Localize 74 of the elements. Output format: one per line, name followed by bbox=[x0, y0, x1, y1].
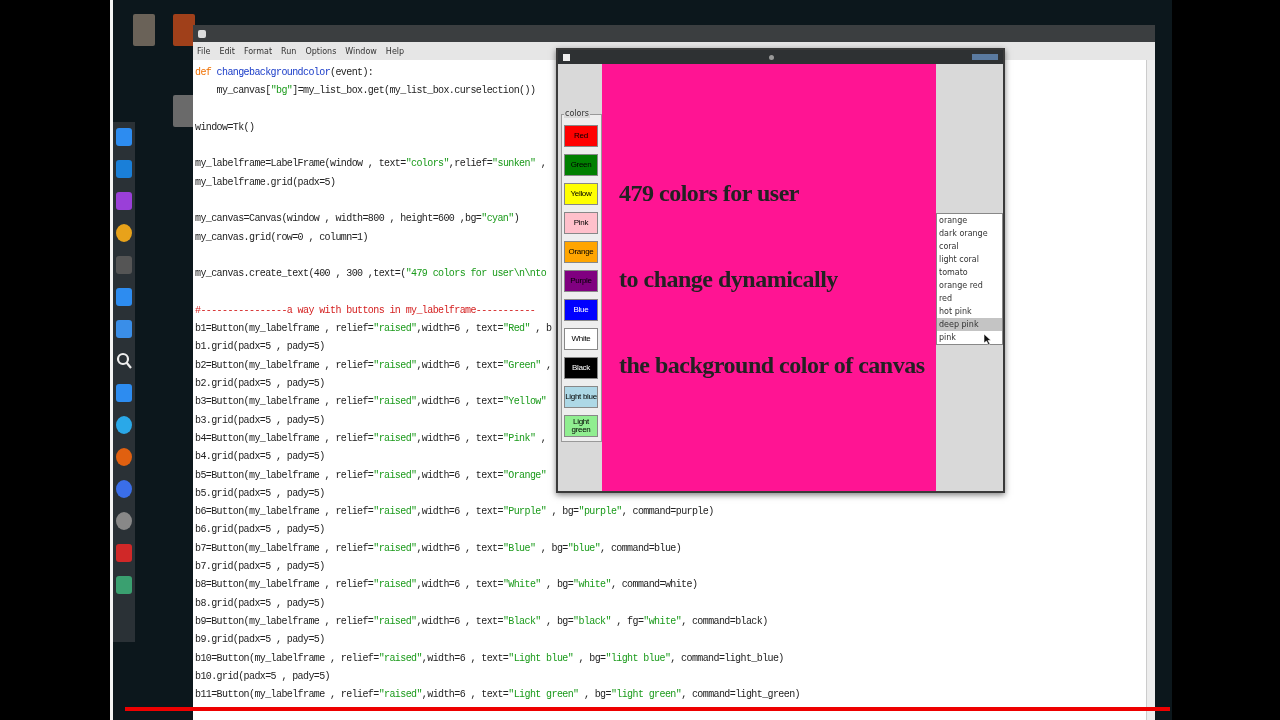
code-line: my_canvas=Canvas(window , width=800 , height=600 ,bg="cyan") bbox=[195, 212, 520, 227]
menu-item[interactable]: Options bbox=[305, 46, 337, 56]
list-item[interactable]: orange red bbox=[937, 279, 1002, 292]
code-line: b6=Button(my_labelframe , relief="raised",width=6 , text="Purple" , bg="purple", command=purple) bbox=[195, 505, 714, 520]
video-progress-bar[interactable] bbox=[125, 707, 1170, 711]
code-line: b7.grid(padx=5 , pady=5) bbox=[195, 560, 325, 574]
color-button[interactable]: Blue bbox=[564, 299, 598, 321]
code-line: b7=Button(my_labelframe , relief="raised",width=6 , text="Blue" , bg="blue", command=blue) bbox=[195, 541, 682, 556]
list-item[interactable]: hot pink bbox=[937, 305, 1002, 318]
app-icon[interactable] bbox=[116, 416, 132, 434]
code-comment: #----------------a way with buttons in my_labelframe----------- bbox=[195, 303, 536, 318]
code-line: b1.grid(padx=5 , pady=5) bbox=[195, 340, 325, 355]
desktop-icon[interactable] bbox=[173, 95, 195, 127]
code-line: b5.grid(padx=5 , pady=5) bbox=[195, 486, 325, 501]
code-line: b8.grid(padx=5 , pady=5) bbox=[195, 596, 325, 611]
canvas-text: to change dynamically bbox=[619, 265, 839, 294]
code-line: b2.grid(padx=5 , pady=5) bbox=[195, 377, 325, 392]
color-button[interactable]: Red bbox=[564, 125, 598, 147]
code-line: window=Tk() bbox=[195, 120, 255, 135]
code-line: my_labelframe.grid(padx=5) bbox=[195, 175, 336, 190]
code-line: my_canvas.create_text(400 , 300 ,text=("479 colors for user\n\nto bbox=[195, 267, 547, 282]
code-line: b5=Button(my_labelframe , relief="raised",width=6 , text="Orange" bbox=[195, 468, 547, 483]
code-line: b4=Button(my_labelframe , relief="raised",width=6 , text="Pink" , bbox=[195, 431, 547, 446]
list-item[interactable]: tomato bbox=[937, 266, 1002, 279]
menu-item[interactable]: Run bbox=[281, 46, 297, 56]
list-item[interactable]: orange bbox=[937, 214, 1002, 227]
list-item[interactable]: deep pink bbox=[937, 318, 1002, 331]
code-line: def changebackgroundcolor(event): bbox=[195, 66, 374, 80]
code-line: b10=Button(my_labelframe , relief="raised",width=6 , text="Light blue" , bg="light blue", command=light_blue) bbox=[195, 651, 784, 666]
menu-item[interactable]: Window bbox=[345, 46, 377, 56]
code-line: b10.grid(padx=5 , pady=5) bbox=[195, 669, 331, 684]
window-controls-icon[interactable] bbox=[972, 54, 998, 60]
code-line: b6.grid(padx=5 , pady=5) bbox=[195, 523, 325, 538]
list-item[interactable]: light coral bbox=[937, 253, 1002, 266]
dot-icon bbox=[768, 54, 774, 60]
code-line: b8=Button(my_labelframe , relief="raised",width=6 , text="White" , bg="white", command=white) bbox=[195, 578, 698, 593]
code-line: b9.grid(padx=5 , pady=5) bbox=[195, 633, 325, 648]
canvas-text: the background color of canvas bbox=[619, 351, 926, 380]
code-line: b11=Button(my_labelframe , relief="raised",width=6 , text="Light green" , bg="light green", command=light_green) bbox=[195, 688, 800, 703]
search-icon[interactable] bbox=[116, 352, 132, 370]
frame-label: colors bbox=[564, 109, 590, 118]
code-line: b2=Button(my_labelframe , relief="raised",width=6 , text="Green" , bbox=[195, 358, 552, 373]
list-item[interactable]: coral bbox=[937, 240, 1002, 253]
code-line: b3.grid(padx=5 , pady=5) bbox=[195, 413, 325, 428]
menu-item[interactable]: Format bbox=[243, 46, 273, 56]
menu-item[interactable]: File bbox=[197, 46, 211, 56]
app-icon[interactable] bbox=[116, 224, 132, 242]
color-button[interactable]: Light green bbox=[564, 415, 598, 437]
list-item[interactable]: pink bbox=[937, 331, 1002, 344]
canvas-text: 479 colors for user bbox=[619, 179, 800, 208]
code-line: my_labelframe=LabelFrame(window , text="colors",relief="sunken" , bbox=[195, 157, 547, 172]
code-line: b4.grid(padx=5 , pady=5) bbox=[195, 450, 325, 465]
window-icon bbox=[563, 53, 570, 61]
color-button[interactable]: Green bbox=[564, 154, 598, 176]
color-button[interactable]: Orange bbox=[564, 241, 598, 263]
color-button[interactable]: White bbox=[564, 328, 598, 350]
list-item[interactable]: dark orange bbox=[937, 227, 1002, 240]
menu-item[interactable]: Help bbox=[385, 46, 405, 56]
code-line: b1=Button(my_labelframe , relief="raised",width=6 , text="Red" , b bbox=[195, 322, 552, 337]
list-item[interactable]: red bbox=[937, 292, 1002, 305]
app-icon[interactable] bbox=[116, 512, 132, 530]
app-icon[interactable] bbox=[116, 448, 132, 466]
window-icon bbox=[198, 29, 206, 38]
color-button[interactable]: Pink bbox=[564, 212, 598, 234]
code-line: my_canvas.grid(row=0 , column=1) bbox=[195, 230, 368, 245]
app-icon[interactable] bbox=[116, 480, 132, 498]
code-line: b3=Button(my_labelframe , relief="raised",width=6 , text="Yellow" bbox=[195, 395, 547, 410]
code-line: my_canvas["bg"]=my_list_box.get(my_list_box.curselection()) bbox=[215, 84, 536, 99]
color-button[interactable]: Light blue bbox=[564, 386, 598, 408]
scrollbar[interactable] bbox=[1146, 60, 1155, 720]
code-line: b9=Button(my_labelframe , relief="raised",width=6 , text="Black" , bg="black" , fg="white", command=black) bbox=[195, 614, 768, 629]
menu-item[interactable]: Edit bbox=[219, 46, 235, 56]
color-button[interactable]: Black bbox=[564, 357, 598, 379]
color-button[interactable]: Yellow bbox=[564, 183, 598, 205]
